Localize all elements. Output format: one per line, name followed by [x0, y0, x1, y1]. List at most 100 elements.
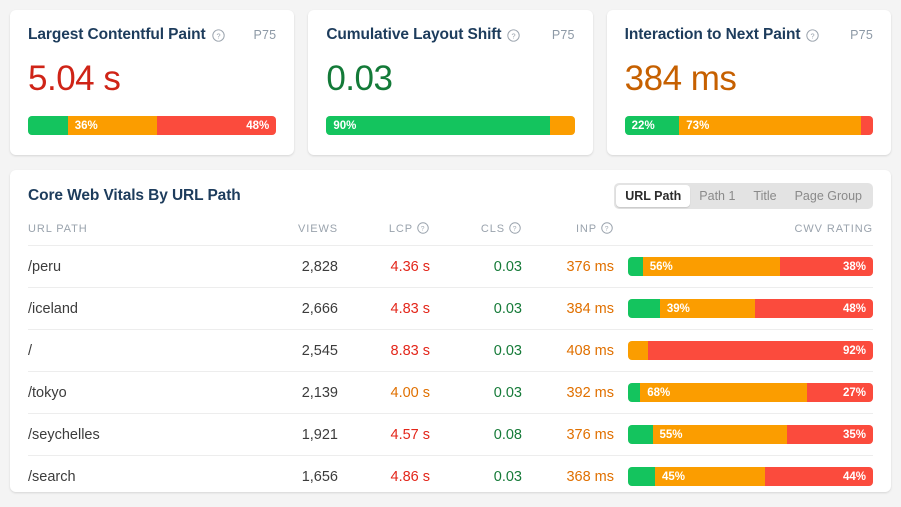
segment-title[interactable]: Title	[744, 185, 785, 207]
rating-distribution-bar: 68% 27%	[628, 383, 873, 402]
cwv-by-url-path-card: Core Web Vitals By URL Path URL Path Pat…	[10, 170, 891, 497]
table-head-row-group: URL PATH VIEWS LCP ? CLS ? INP ? CWV RAT…	[28, 222, 873, 246]
rating-distribution-bar: 56% 38%	[628, 257, 873, 276]
cell-url-path: /peru	[28, 245, 263, 288]
metric-card-header: Interaction to Next Paint ? P75	[625, 26, 873, 44]
grouping-segmented-control[interactable]: URL Path Path 1 Title Page Group	[614, 183, 873, 209]
help-icon[interactable]: ?	[211, 28, 225, 42]
cell-views: 2,666	[263, 287, 338, 330]
rating-segment-poor: 44%	[765, 467, 873, 486]
table-header: Core Web Vitals By URL Path URL Path Pat…	[28, 170, 873, 222]
column-header-cwv-rating[interactable]: CWV RATING	[614, 222, 873, 246]
metric-value: 384 ms	[624, 59, 737, 98]
rating-segment-needs-improvement: 68%	[640, 383, 807, 402]
cell-inp: 368 ms	[522, 455, 614, 497]
metric-title-group: Largest Contentful Paint ?	[28, 26, 225, 44]
cell-cls: 0.03	[430, 455, 522, 497]
cell-views: 1,921	[263, 413, 338, 456]
rating-segment-needs-improvement	[549, 116, 575, 135]
help-icon[interactable]: ?	[806, 28, 820, 42]
rating-segment-poor: 92%	[647, 341, 873, 360]
metric-card-header: Cumulative Layout Shift ? P75	[326, 26, 574, 44]
cell-cwv-rating: 92%	[614, 329, 873, 372]
rating-segment-needs-improvement: 56%	[642, 257, 780, 276]
svg-text:?: ?	[216, 31, 220, 40]
cell-cls: 0.03	[430, 245, 522, 288]
help-icon[interactable]: ?	[507, 28, 521, 42]
cell-url-path: /search	[28, 455, 263, 497]
metric-card-cls: Cumulative Layout Shift ? P75 0.03 90%	[308, 10, 593, 155]
metric-value: 0.03	[326, 59, 393, 98]
cell-cwv-rating: 39% 48%	[614, 287, 873, 330]
rating-distribution-bar: 55% 35%	[628, 425, 873, 444]
rating-distribution-bar: 36% 48%	[28, 116, 277, 135]
cell-cls: 0.03	[430, 371, 522, 414]
rating-segment-needs-improvement: 39%	[659, 299, 756, 318]
metric-card-inp: Interaction to Next Paint ? P75 384 ms 2…	[606, 10, 891, 155]
percentile-label: P75	[253, 28, 277, 42]
svg-text:?: ?	[811, 31, 815, 40]
svg-text:?: ?	[512, 31, 516, 40]
rating-segment-good	[628, 467, 655, 486]
cell-lcp: 4.00 s	[338, 371, 430, 414]
table-row[interactable]: /seychelles 1,921 4.57 s 0.08 376 ms 55% 35%	[28, 413, 873, 456]
rating-segment-good	[628, 299, 660, 318]
table-row[interactable]: /tokyo 2,139 4.00 s 0.03 392 ms 68% 27%	[28, 371, 873, 414]
rating-segment-poor: 48%	[157, 116, 277, 135]
column-header-inp[interactable]: INP ?	[522, 222, 614, 246]
column-header-url-path[interactable]: URL PATH	[28, 222, 263, 246]
metric-title: Interaction to Next Paint	[624, 26, 801, 43]
rating-segment-good: 90%	[326, 116, 550, 135]
dashboard-page: Largest Contentful Paint ? P75 5.04 s 36…	[0, 0, 901, 507]
cell-inp: 384 ms	[522, 287, 614, 330]
rating-segment-poor: 38%	[779, 257, 873, 276]
table-row[interactable]: /2,545 8.83 s 0.03 408 ms 92%	[28, 329, 873, 372]
rating-segment-good: 22%	[624, 116, 680, 135]
rating-distribution-bar: 92%	[628, 341, 873, 360]
page-title: Core Web Vitals By URL Path	[28, 187, 241, 204]
segment-url-path[interactable]: URL Path	[616, 185, 691, 207]
table-header-row: URL PATH VIEWS LCP ? CLS ? INP ? CWV RAT…	[28, 222, 873, 246]
svg-text:?: ?	[605, 226, 609, 233]
cell-url-path: /	[28, 329, 263, 372]
rating-segment-good	[28, 116, 68, 135]
rating-segment-good	[628, 383, 641, 402]
segment-page-group[interactable]: Page Group	[786, 185, 871, 207]
cell-lcp: 4.36 s	[338, 245, 430, 288]
column-header-cls[interactable]: CLS ?	[430, 222, 522, 246]
cell-cls: 0.03	[430, 329, 522, 372]
cell-url-path: /seychelles	[28, 413, 263, 456]
rating-segment-good	[628, 425, 653, 444]
table-row[interactable]: /search 1,656 4.86 s 0.03 368 ms 45% 44%	[28, 455, 873, 497]
rating-segment-poor: 48%	[755, 299, 873, 318]
column-label: URL PATH	[28, 223, 88, 235]
column-header-lcp[interactable]: LCP ?	[338, 222, 430, 246]
metric-value: 5.04 s	[28, 59, 121, 98]
segment-path-1[interactable]: Path 1	[690, 185, 744, 207]
rating-distribution-bar: 39% 48%	[628, 299, 873, 318]
cwv-table: URL PATH VIEWS LCP ? CLS ? INP ? CWV RAT…	[28, 222, 873, 497]
svg-text:?: ?	[513, 226, 517, 233]
column-label: CWV RATING	[794, 223, 873, 235]
column-header-views[interactable]: VIEWS	[263, 222, 338, 246]
cell-views: 2,139	[263, 371, 338, 414]
svg-text:?: ?	[421, 226, 425, 233]
table-row[interactable]: /peru 2,828 4.36 s 0.03 376 ms 56% 38%	[28, 245, 873, 288]
core-web-vitals-summary: Largest Contentful Paint ? P75 5.04 s 36…	[10, 10, 891, 155]
metric-card-header: Largest Contentful Paint ? P75	[28, 26, 276, 44]
metric-title-group: Interaction to Next Paint ?	[625, 26, 820, 44]
rating-segment-poor: 35%	[787, 425, 873, 444]
rating-segment-needs-improvement	[628, 341, 648, 360]
metric-card-lcp: Largest Contentful Paint ? P75 5.04 s 36…	[10, 10, 295, 155]
metric-title: Cumulative Layout Shift	[326, 26, 502, 43]
cell-inp: 392 ms	[522, 371, 614, 414]
cell-views: 2,828	[263, 245, 338, 288]
help-icon[interactable]: ?	[417, 222, 430, 235]
rating-segment-good	[628, 257, 643, 276]
help-icon[interactable]: ?	[509, 222, 522, 235]
cell-inp: 408 ms	[522, 329, 614, 372]
rating-segment-needs-improvement: 55%	[652, 425, 788, 444]
table-row[interactable]: /iceland 2,666 4.83 s 0.03 384 ms 39% 48%	[28, 287, 873, 330]
help-icon[interactable]: ?	[601, 222, 614, 235]
cell-lcp: 4.86 s	[338, 455, 430, 497]
